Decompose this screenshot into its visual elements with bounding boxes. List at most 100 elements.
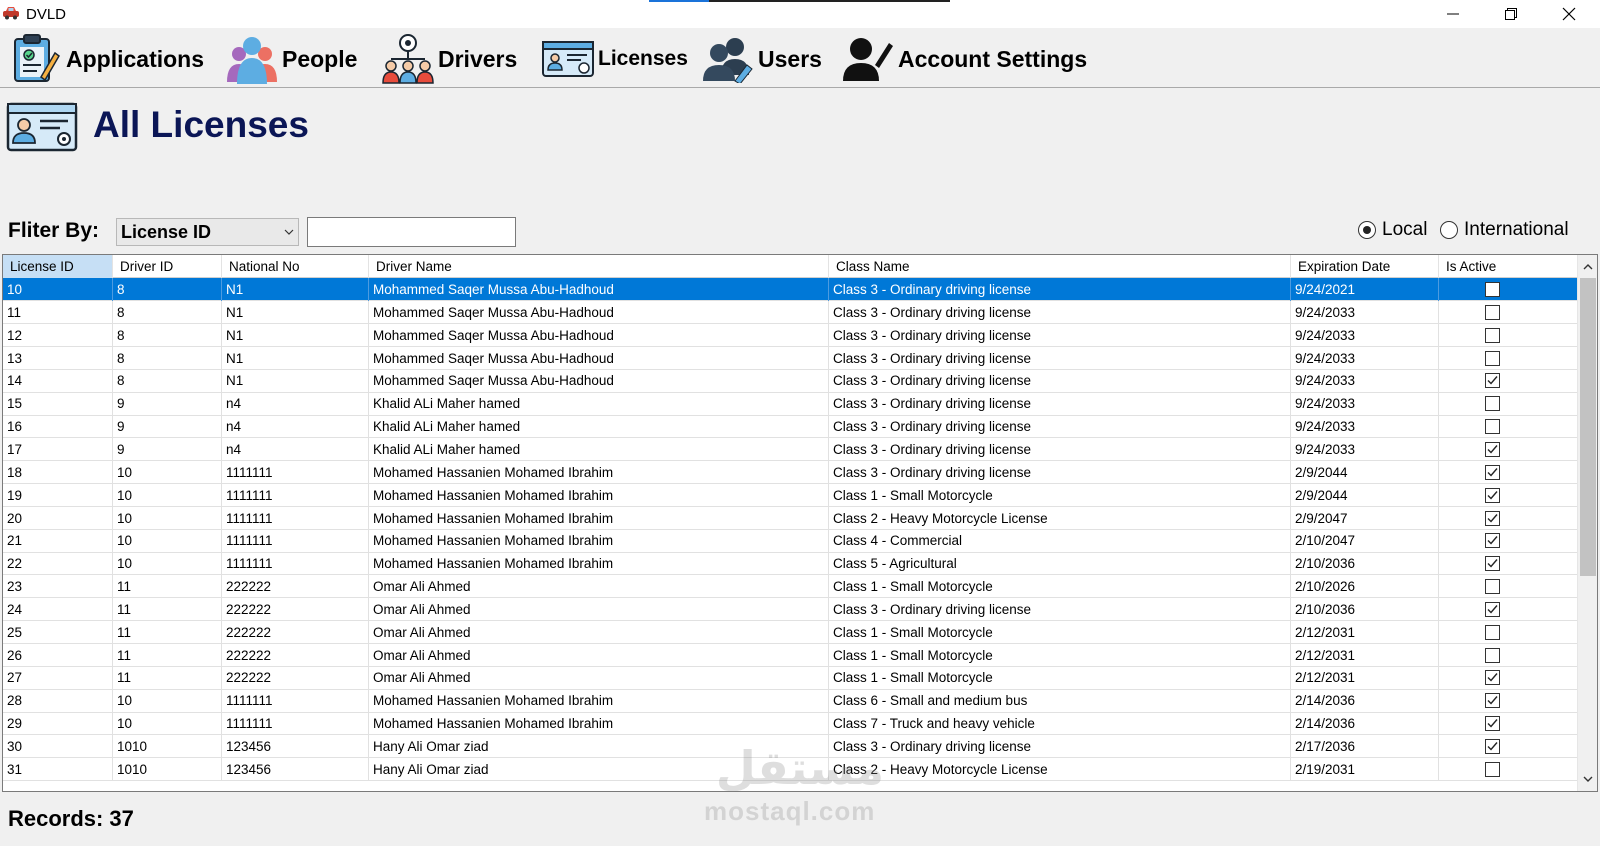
- table-row[interactable]: 12 8 N1 Mohammed Saqer Mussa Abu-Hadhoud Cla…: [3, 323, 1579, 347]
- table-row[interactable]: 13 8 N1 Mohammed Saqer Mussa Abu-Hadhoud Cla…: [3, 346, 1579, 370]
- table-row[interactable]: 28 10 1111111 Mohamed Hassanien Mohamed Ibr…: [3, 689, 1579, 713]
- scroll-down-button[interactable]: [1578, 769, 1597, 789]
- table-cell: 26: [3, 643, 113, 667]
- table-cell: 11: [113, 643, 222, 667]
- local-radio-option[interactable]: Local: [1358, 219, 1427, 241]
- table-cell: 28: [3, 689, 113, 713]
- table-cell: Class 3 - Ordinary driving license: [829, 346, 1291, 370]
- is-active-checkbox[interactable]: [1485, 282, 1500, 297]
- is-active-checkbox[interactable]: [1485, 327, 1500, 343]
- is-active-checkbox[interactable]: [1485, 350, 1500, 366]
- table-row[interactable]: 20 10 1111111 Mohamed Hassanien Mohamed Ibr…: [3, 506, 1579, 530]
- is-active-checkbox[interactable]: [1485, 464, 1500, 480]
- is-active-cell: [1439, 392, 1579, 416]
- table-cell: Class 3 - Ordinary driving license: [829, 735, 1291, 758]
- menu-licenses[interactable]: Licenses: [540, 32, 688, 86]
- table-cell: Class 7 - Truck and heavy vehicle: [829, 712, 1291, 736]
- table-cell: 2/14/2036: [1291, 689, 1439, 713]
- is-active-checkbox[interactable]: [1485, 761, 1500, 777]
- local-radio[interactable]: [1358, 221, 1376, 239]
- is-active-checkbox[interactable]: [1485, 647, 1500, 663]
- table-row[interactable]: 24 11 222222 Omar Ali Ahmed Class 3 - Ordina…: [3, 597, 1579, 622]
- is-active-checkbox[interactable]: [1485, 510, 1500, 526]
- scrollbar-thumb[interactable]: [1580, 278, 1596, 576]
- table-cell: Mohamed Hassanien Mohamed Ibrahim: [369, 460, 829, 484]
- column-header[interactable]: Driver Name: [369, 255, 829, 278]
- table-cell: 10: [113, 529, 222, 553]
- table-row[interactable]: 25 11 222222 Omar Ali Ahmed Class 1 - Small …: [3, 620, 1579, 645]
- table-row[interactable]: 31 1010 123456 Hany Ali Omar ziad Class 2 - …: [3, 757, 1579, 782]
- table-cell: Class 3 - Ordinary driving license: [829, 597, 1291, 621]
- is-active-checkbox[interactable]: [1485, 533, 1500, 549]
- table-cell: n4: [222, 415, 369, 439]
- is-active-checkbox[interactable]: [1485, 487, 1500, 503]
- table-row[interactable]: 15 9 n4 Khalid ALi Maher hamed Class 3 - Ord…: [3, 392, 1579, 416]
- table-cell: 20: [3, 506, 113, 530]
- table-row[interactable]: 19 10 1111111 Mohamed Hassanien Mohamed Ibr…: [3, 483, 1579, 507]
- table-row[interactable]: 30 1010 123456 Hany Ali Omar ziad Class 3 - …: [3, 735, 1579, 759]
- table-row[interactable]: 10 8 N1 Mohammed Saqer Mussa Abu-Hadhoud Cla…: [3, 278, 1579, 302]
- menu-drivers[interactable]: Drivers: [380, 32, 517, 86]
- table-row[interactable]: 27 11 222222 Omar Ali Ahmed Class 1 - Small …: [3, 666, 1579, 690]
- is-active-checkbox[interactable]: [1485, 579, 1500, 595]
- filter-value-input[interactable]: [307, 217, 516, 247]
- is-active-checkbox[interactable]: [1485, 693, 1500, 709]
- is-active-cell: [1439, 460, 1579, 484]
- table-row[interactable]: 14 8 N1 Mohammed Saqer Mussa Abu-Hadhoud Cla…: [3, 369, 1579, 393]
- table-row[interactable]: 21 10 1111111 Mohamed Hassanien Mohamed Ibr…: [3, 529, 1579, 553]
- is-active-cell: [1439, 689, 1579, 713]
- licenses-grid[interactable]: License ID Driver ID National No Driver Nam…: [2, 254, 1598, 792]
- menu-users[interactable]: Users: [700, 32, 822, 86]
- table-row[interactable]: 29 10 1111111 Mohamed Hassanien Mohamed Ibr…: [3, 712, 1579, 736]
- is-active-cell: [1439, 529, 1579, 553]
- table-row[interactable]: 18 10 1111111 Mohamed Hassanien Mohamed Ibr…: [3, 460, 1579, 485]
- is-active-checkbox[interactable]: [1485, 419, 1500, 435]
- column-header[interactable]: Is Active: [1439, 255, 1579, 278]
- scroll-up-button[interactable]: [1578, 257, 1597, 277]
- international-radio[interactable]: [1440, 221, 1458, 239]
- vertical-scrollbar[interactable]: [1577, 255, 1597, 791]
- table-cell: 1010: [113, 735, 222, 758]
- table-cell: 1010: [113, 757, 222, 781]
- is-active-checkbox[interactable]: [1485, 670, 1500, 686]
- is-active-checkbox[interactable]: [1485, 396, 1500, 412]
- table-row[interactable]: 16 9 n4 Khalid ALi Maher hamed Class 3 - Ord…: [3, 415, 1579, 439]
- restore-button[interactable]: [1482, 0, 1540, 28]
- column-header[interactable]: Class Name: [829, 255, 1291, 278]
- is-active-checkbox[interactable]: [1485, 441, 1500, 457]
- page-title: All Licenses: [93, 104, 309, 145]
- table-cell: Class 4 - Commercial: [829, 529, 1291, 553]
- is-active-checkbox[interactable]: [1485, 556, 1500, 572]
- column-header[interactable]: Expiration Date: [1291, 255, 1439, 278]
- is-active-checkbox[interactable]: [1485, 716, 1500, 732]
- minimize-button[interactable]: [1424, 0, 1482, 28]
- table-row[interactable]: 26 11 222222 Omar Ali Ahmed Class 1 - Small …: [3, 643, 1579, 667]
- international-radio-option[interactable]: International: [1440, 219, 1569, 241]
- table-cell: 11: [113, 620, 222, 644]
- table-row[interactable]: 22 10 1111111 Mohamed Hassanien Mohamed Ibr…: [3, 552, 1579, 576]
- table-row[interactable]: 23 11 222222 Omar Ali Ahmed Class 1 - Small …: [3, 575, 1579, 599]
- column-header[interactable]: License ID: [3, 255, 113, 278]
- is-active-checkbox[interactable]: [1485, 624, 1500, 640]
- table-row[interactable]: 11 8 N1 Mohammed Saqer Mussa Abu-Hadhoud Cla…: [3, 300, 1579, 325]
- is-active-checkbox[interactable]: [1485, 601, 1500, 617]
- is-active-cell: [1439, 666, 1579, 690]
- filter-by-select[interactable]: License ID: [116, 218, 299, 246]
- table-cell: Mohamed Hassanien Mohamed Ibrahim: [369, 506, 829, 530]
- close-button[interactable]: [1540, 0, 1598, 28]
- menu-people[interactable]: People: [224, 32, 357, 86]
- table-cell: 8: [113, 278, 222, 301]
- is-active-checkbox[interactable]: [1485, 373, 1500, 389]
- table-cell: N1: [222, 346, 369, 370]
- column-header[interactable]: Driver ID: [113, 255, 222, 278]
- is-active-checkbox[interactable]: [1485, 304, 1500, 320]
- menu-applications[interactable]: Applications: [8, 32, 204, 86]
- table-cell: 10: [113, 460, 222, 484]
- checkmark-icon: [1487, 673, 1498, 682]
- menu-account-settings[interactable]: Account Settings: [840, 32, 1087, 86]
- is-active-checkbox[interactable]: [1485, 739, 1500, 754]
- filter-label: Fliter By:: [8, 219, 100, 242]
- table-cell: Omar Ali Ahmed: [369, 643, 829, 667]
- table-row[interactable]: 17 9 n4 Khalid ALi Maher hamed Class 3 - Ord…: [3, 437, 1579, 462]
- column-header[interactable]: National No: [222, 255, 369, 278]
